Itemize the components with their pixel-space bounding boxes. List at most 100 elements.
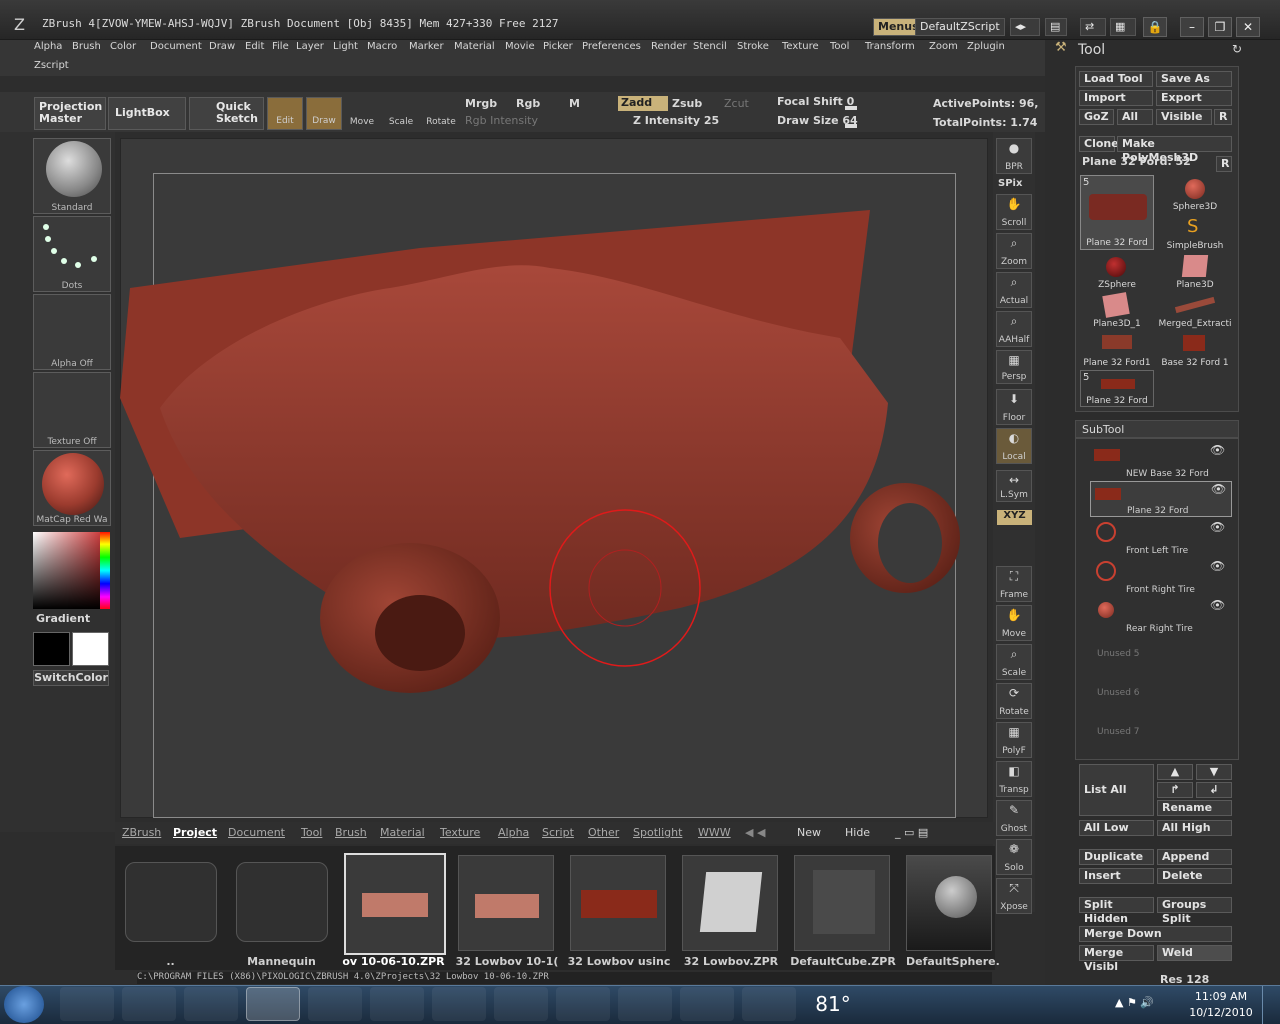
menu-document[interactable]: Document (150, 41, 202, 52)
tool-refresh-icon[interactable]: ↻ (1232, 42, 1242, 56)
explorer-taskbar-icon[interactable] (432, 987, 486, 1021)
subtool-header[interactable]: SubTool (1075, 420, 1239, 438)
minimize-button[interactable]: – (1180, 17, 1204, 37)
tool-item-sphere3d[interactable]: Sphere3D (1157, 175, 1233, 212)
turn-arrow-icon[interactable]: ↱ (1157, 782, 1193, 798)
spix-label[interactable]: SPix (998, 178, 1022, 189)
menu-macro[interactable]: Macro (367, 41, 397, 52)
tool-item-simplebrush[interactable]: S SimpleBrush (1157, 214, 1233, 251)
prev-arrows-icon[interactable]: ◀ ◀ (745, 826, 765, 839)
menu-color[interactable]: Color (110, 41, 136, 52)
project-item-lowboy-10-1[interactable] (458, 855, 554, 951)
quick-sketch-button[interactable]: Quick Sketch (189, 97, 264, 130)
weld-button[interactable]: Weld (1157, 945, 1232, 961)
list-all-button[interactable]: List All (1079, 764, 1154, 816)
make-polymesh-button[interactable]: Make PolyMesh3D (1117, 136, 1232, 164)
rename-button[interactable]: Rename (1157, 800, 1232, 816)
subtool-row-0[interactable]: 👁 NEW Base 32 Ford (1090, 443, 1232, 479)
hue-strip[interactable] (33, 532, 110, 609)
goz-visible-button[interactable]: Visible (1156, 109, 1212, 125)
xpose-button[interactable]: ⤧ Xpose (996, 878, 1032, 914)
rgb-button[interactable]: Rgb (516, 97, 540, 110)
draw-button[interactable]: Draw (306, 97, 342, 130)
delete-button[interactable]: Delete (1157, 868, 1232, 884)
menu-marker[interactable]: Marker (409, 41, 444, 52)
swap-icon[interactable]: ⇄ (1080, 18, 1106, 36)
tab-project[interactable]: Project (173, 826, 217, 839)
project-item-lowboy-using[interactable] (570, 855, 666, 951)
move-up-arrow-icon[interactable]: ▲ (1157, 764, 1193, 780)
paint-taskbar-icon[interactable] (556, 987, 610, 1021)
subtool-row-4[interactable]: 👁 Rear Right Tire (1090, 598, 1232, 634)
tool-item-plane3d[interactable]: Plane3D (1157, 253, 1233, 290)
tool-item-zsphere[interactable]: ZSphere (1080, 253, 1154, 290)
tab-zbrush[interactable]: ZBrush (122, 826, 161, 839)
stroke-thumbnail[interactable]: Dots (33, 216, 111, 292)
menu-movie[interactable]: Movie (505, 41, 535, 52)
import-button[interactable]: Import (1079, 90, 1153, 106)
zoom-button[interactable]: ⌕ Zoom (996, 233, 1032, 269)
start-button-icon[interactable] (4, 986, 44, 1023)
actual-button[interactable]: ⌕ Actual (996, 272, 1032, 308)
layout2-icon[interactable]: ▦ (1110, 18, 1136, 36)
primary-color-swatch[interactable] (33, 632, 70, 666)
z-intensity-slider[interactable]: Z Intensity 25 (633, 114, 719, 127)
show-desktop-button[interactable] (1262, 986, 1280, 1024)
tool-item-plane32ford1[interactable]: Plane 32 Ford1 (1080, 331, 1154, 368)
minimize-lightbox-icon[interactable]: _ ▭ ▤ (895, 826, 928, 839)
scale-button[interactable]: Scale (384, 97, 418, 130)
mrgb-button[interactable]: Mrgb (465, 97, 497, 110)
project-item-lowboy[interactable] (682, 855, 778, 951)
tool-item-base32ford1[interactable]: Base 32 Ford 1 (1157, 331, 1233, 368)
lightbox-button[interactable]: LightBox (108, 97, 186, 130)
goz-all-button[interactable]: All (1117, 109, 1153, 125)
tab-material[interactable]: Material (380, 826, 425, 839)
eye-icon[interactable]: 👁 (1211, 482, 1226, 496)
project-item-selected[interactable] (344, 853, 446, 955)
scroll-icon[interactable]: ◂▸ (1010, 18, 1040, 36)
zbrush-taskbar-icon[interactable] (246, 987, 300, 1021)
tab-other[interactable]: Other (588, 826, 619, 839)
menu-light[interactable]: Light (333, 41, 358, 52)
append-button[interactable]: Append (1157, 849, 1232, 865)
menu-material[interactable]: Material (454, 41, 495, 52)
frame-button[interactable]: ⛶ Frame (996, 566, 1032, 602)
menu-edit[interactable]: Edit (245, 41, 264, 52)
ie-taskbar-icon[interactable] (60, 987, 114, 1021)
hide-button[interactable]: Hide (845, 826, 870, 839)
close-button[interactable]: ✕ (1236, 17, 1260, 37)
tool-title[interactable]: Tool (1078, 42, 1105, 58)
menu-stencil[interactable]: Stencil (693, 41, 727, 52)
alpha-thumbnail[interactable]: Alpha Off (33, 294, 111, 370)
lsym-button[interactable]: ↔ L.Sym (996, 470, 1032, 502)
messenger-taskbar-icon[interactable] (618, 987, 672, 1021)
menu-draw[interactable]: Draw (209, 41, 235, 52)
subtool-row-2[interactable]: 👁 Front Left Tire (1090, 520, 1232, 556)
xyz-button[interactable]: XYZ (997, 510, 1032, 525)
aahalf-button[interactable]: ⌕ AAHalf (996, 311, 1032, 347)
menu-brush[interactable]: Brush (72, 41, 101, 52)
groups-split-button[interactable]: Groups Split (1157, 897, 1232, 925)
zsub-button[interactable]: Zsub (672, 97, 702, 110)
tool-item-plane3d-1[interactable]: Plane3D_1 (1080, 292, 1154, 329)
default-zscript-button[interactable]: DefaultZScript (915, 18, 1005, 36)
zadd-button[interactable]: Zadd (618, 96, 668, 111)
project-item-defaultsphere[interactable] (906, 855, 992, 951)
onion-taskbar-icon[interactable] (742, 987, 796, 1021)
duplicate-button[interactable]: Duplicate (1079, 849, 1154, 865)
menu-zoom[interactable]: Zoom (929, 41, 958, 52)
all-low-button[interactable]: All Low (1079, 820, 1154, 836)
media-taskbar-icon[interactable] (494, 987, 548, 1021)
menu-texture[interactable]: Texture (782, 41, 819, 52)
project-item-defaultcube[interactable] (794, 855, 890, 951)
hand-taskbar-icon[interactable] (370, 987, 424, 1021)
current-tool-label[interactable]: Plane 32 Ford. 52 (1082, 155, 1191, 168)
app-taskbar-icon[interactable] (184, 987, 238, 1021)
rotate-button[interactable]: Rotate (423, 97, 459, 130)
eye-icon[interactable]: 👁 (1210, 443, 1225, 457)
tool-item-plane32ford-2[interactable]: 5 Plane 32 Ford (1080, 370, 1154, 407)
bpr-button[interactable]: ● BPR (996, 138, 1032, 174)
brush-thumbnail[interactable]: Standard (33, 138, 111, 214)
tab-tool[interactable]: Tool (301, 826, 322, 839)
goz-r-button[interactable]: R (1214, 109, 1232, 125)
